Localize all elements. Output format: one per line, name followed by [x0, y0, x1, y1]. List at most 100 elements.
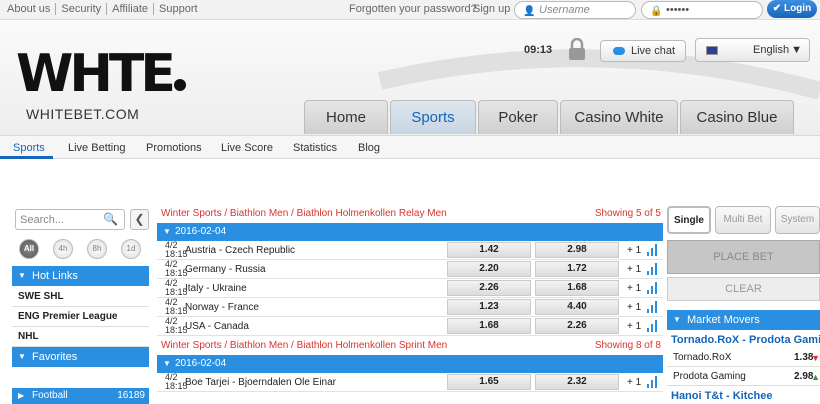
- login-button[interactable]: ✔ Login: [767, 0, 817, 18]
- logo[interactable]: WHTE: [16, 44, 186, 104]
- subnav-live-score[interactable]: Live Score: [221, 142, 273, 154]
- odds-away-button[interactable]: 2.98: [535, 242, 619, 258]
- dropdown-arrow-icon: ▼: [791, 44, 802, 56]
- place-bet-button[interactable]: PLACE BET: [667, 240, 820, 274]
- tab-home[interactable]: Home: [304, 100, 388, 134]
- tab-casino-white[interactable]: Casino White: [560, 100, 678, 134]
- filter-all[interactable]: All: [19, 239, 39, 259]
- password-input[interactable]: 🔒 ••••••: [641, 1, 763, 19]
- sidebar-item-nhl[interactable]: NHL: [12, 327, 149, 347]
- single-bet-tab[interactable]: Single: [667, 206, 711, 234]
- more-markets-link[interactable]: + 1: [627, 321, 641, 332]
- football-label: Football: [32, 390, 68, 401]
- sidebar-item-football[interactable]: ▶ Football 16189: [12, 388, 149, 404]
- affiliate-link[interactable]: Affiliate: [107, 3, 155, 15]
- date-header[interactable]: ▼ 2016-02-04: [157, 355, 663, 373]
- breadcrumb-text: Winter Sports / Biathlon Men / Biathlon …: [161, 340, 448, 351]
- odds-home-button[interactable]: 2.20: [447, 261, 531, 277]
- event-row[interactable]: 4/2 18:15 Germany - Russia 2.20 1.72 + 1: [157, 260, 663, 279]
- odds-away-button[interactable]: 4.40: [535, 299, 619, 315]
- subnav-promotions[interactable]: Promotions: [146, 142, 202, 154]
- odds-away-button[interactable]: 1.68: [535, 280, 619, 296]
- event-match[interactable]: Norway - France: [185, 302, 259, 313]
- collapse-sidebar-button[interactable]: ❮: [130, 209, 149, 230]
- collapse-triangle-icon: ▼: [163, 227, 171, 236]
- market-movers-header[interactable]: ▼ Market Movers: [667, 310, 820, 330]
- more-markets-link[interactable]: + 1: [627, 264, 641, 275]
- event-match[interactable]: Austria - Czech Republic: [185, 245, 295, 256]
- event-match[interactable]: Italy - Ukraine: [185, 283, 247, 294]
- more-markets-link[interactable]: + 1: [627, 377, 641, 388]
- sign-up-link[interactable]: Sign up: [473, 3, 510, 15]
- event-row[interactable]: 4/2 18:15 USA - Canada 1.68 2.26 + 1: [157, 317, 663, 336]
- date-header[interactable]: ▼ 2016-02-04: [157, 223, 663, 241]
- event-group-breadcrumb[interactable]: Winter Sports / Biathlon Men / Biathlon …: [157, 337, 663, 355]
- filter-4h[interactable]: 4h: [53, 239, 73, 259]
- check-icon: ✔: [772, 3, 782, 14]
- more-markets-link[interactable]: + 1: [627, 302, 641, 313]
- tab-poker[interactable]: Poker: [478, 100, 558, 134]
- more-markets-link[interactable]: + 1: [627, 245, 641, 256]
- odds-away-button[interactable]: 1.72: [535, 261, 619, 277]
- subnav-blog[interactable]: Blog: [358, 142, 380, 154]
- search-icon[interactable]: 🔍: [103, 212, 118, 226]
- more-markets-link[interactable]: + 1: [627, 283, 641, 294]
- odds-home-button[interactable]: 2.26: [447, 280, 531, 296]
- odds-away-button[interactable]: 2.32: [535, 374, 619, 390]
- filter-8h[interactable]: 8h: [87, 239, 107, 259]
- chat-bubble-icon: [613, 47, 625, 55]
- football-count: 16189: [117, 390, 145, 401]
- stats-bars-icon[interactable]: [647, 376, 657, 388]
- stats-bars-icon[interactable]: [647, 320, 657, 332]
- market-movers-label: Market Movers: [687, 314, 760, 326]
- about-us-link[interactable]: About us: [2, 3, 57, 15]
- stats-bars-icon[interactable]: [647, 282, 657, 294]
- event-row[interactable]: 4/2 18:15 Italy - Ukraine 2.26 1.68 + 1: [157, 279, 663, 298]
- tab-sports[interactable]: Sports: [390, 100, 476, 134]
- market-mover-row[interactable]: Prodota Gaming 2.98 ▲: [667, 368, 820, 386]
- odds-home-button[interactable]: 1.68: [447, 318, 531, 334]
- event-match[interactable]: Germany - Russia: [185, 264, 266, 275]
- odds-home-button[interactable]: 1.23: [447, 299, 531, 315]
- market-mover-title[interactable]: Tornado.RoX - Prodota Gaming: [667, 332, 820, 348]
- filter-1d[interactable]: 1d: [121, 239, 141, 259]
- tab-casino-blue[interactable]: Casino Blue: [680, 100, 794, 134]
- stats-bars-icon[interactable]: [647, 244, 657, 256]
- event-match[interactable]: Boe Tarjei - Bjoerndalen Ole Einar: [185, 377, 336, 388]
- clear-button[interactable]: CLEAR: [667, 277, 820, 301]
- odds-away-button[interactable]: 2.26: [535, 318, 619, 334]
- live-chat-button[interactable]: Live chat: [600, 40, 686, 62]
- odds-home-button[interactable]: 1.42: [447, 242, 531, 258]
- odds-home-button[interactable]: 1.65: [447, 374, 531, 390]
- login-label: Login: [783, 3, 812, 14]
- sidebar-item-swe-shl[interactable]: SWE SHL: [12, 287, 149, 307]
- event-group-breadcrumb[interactable]: Winter Sports / Biathlon Men / Biathlon …: [157, 205, 663, 223]
- favorites-header[interactable]: ▼ Favorites: [12, 347, 149, 367]
- subnav-sports[interactable]: Sports: [13, 142, 45, 154]
- forgot-password-link[interactable]: Forgotten your password?: [349, 3, 477, 15]
- hot-links-header[interactable]: ▼ Hot Links: [12, 266, 149, 286]
- event-row[interactable]: 4/2 18:15 Boe Tarjei - Bjoerndalen Ole Ei…: [157, 373, 663, 392]
- date-label: 2016-02-04: [175, 226, 227, 237]
- event-match[interactable]: USA - Canada: [185, 321, 249, 332]
- system-bet-tab[interactable]: System: [775, 206, 820, 234]
- username-input[interactable]: 👤 Username: [514, 1, 636, 19]
- stats-bars-icon[interactable]: [647, 301, 657, 313]
- support-link[interactable]: Support: [154, 3, 203, 15]
- search-input[interactable]: Search... 🔍: [15, 209, 125, 230]
- market-mover-row[interactable]: Tornado.RoX 1.38 ▼: [667, 349, 820, 367]
- mover-name: Tornado.RoX: [673, 352, 732, 363]
- market-mover-title[interactable]: Hanoi T&t - Kitchee: [667, 388, 820, 404]
- hot-links-label: Hot Links: [32, 270, 78, 282]
- event-row[interactable]: 4/2 18:15 Austria - Czech Republic 1.42 2…: [157, 241, 663, 260]
- stats-bars-icon[interactable]: [647, 263, 657, 275]
- subnav-live-betting[interactable]: Live Betting: [68, 142, 125, 154]
- multi-bet-tab[interactable]: Multi Bet: [715, 206, 771, 234]
- expand-triangle-icon: ▼: [18, 271, 26, 280]
- sub-nav: Sports Live Betting Promotions Live Scor…: [0, 135, 820, 159]
- language-select[interactable]: English ▼: [695, 38, 810, 62]
- subnav-statistics[interactable]: Statistics: [293, 142, 337, 154]
- event-row[interactable]: 4/2 18:15 Norway - France 1.23 4.40 + 1: [157, 298, 663, 317]
- security-link[interactable]: Security: [56, 3, 108, 15]
- sidebar-item-eng-premier-league[interactable]: ENG Premier League: [12, 307, 149, 327]
